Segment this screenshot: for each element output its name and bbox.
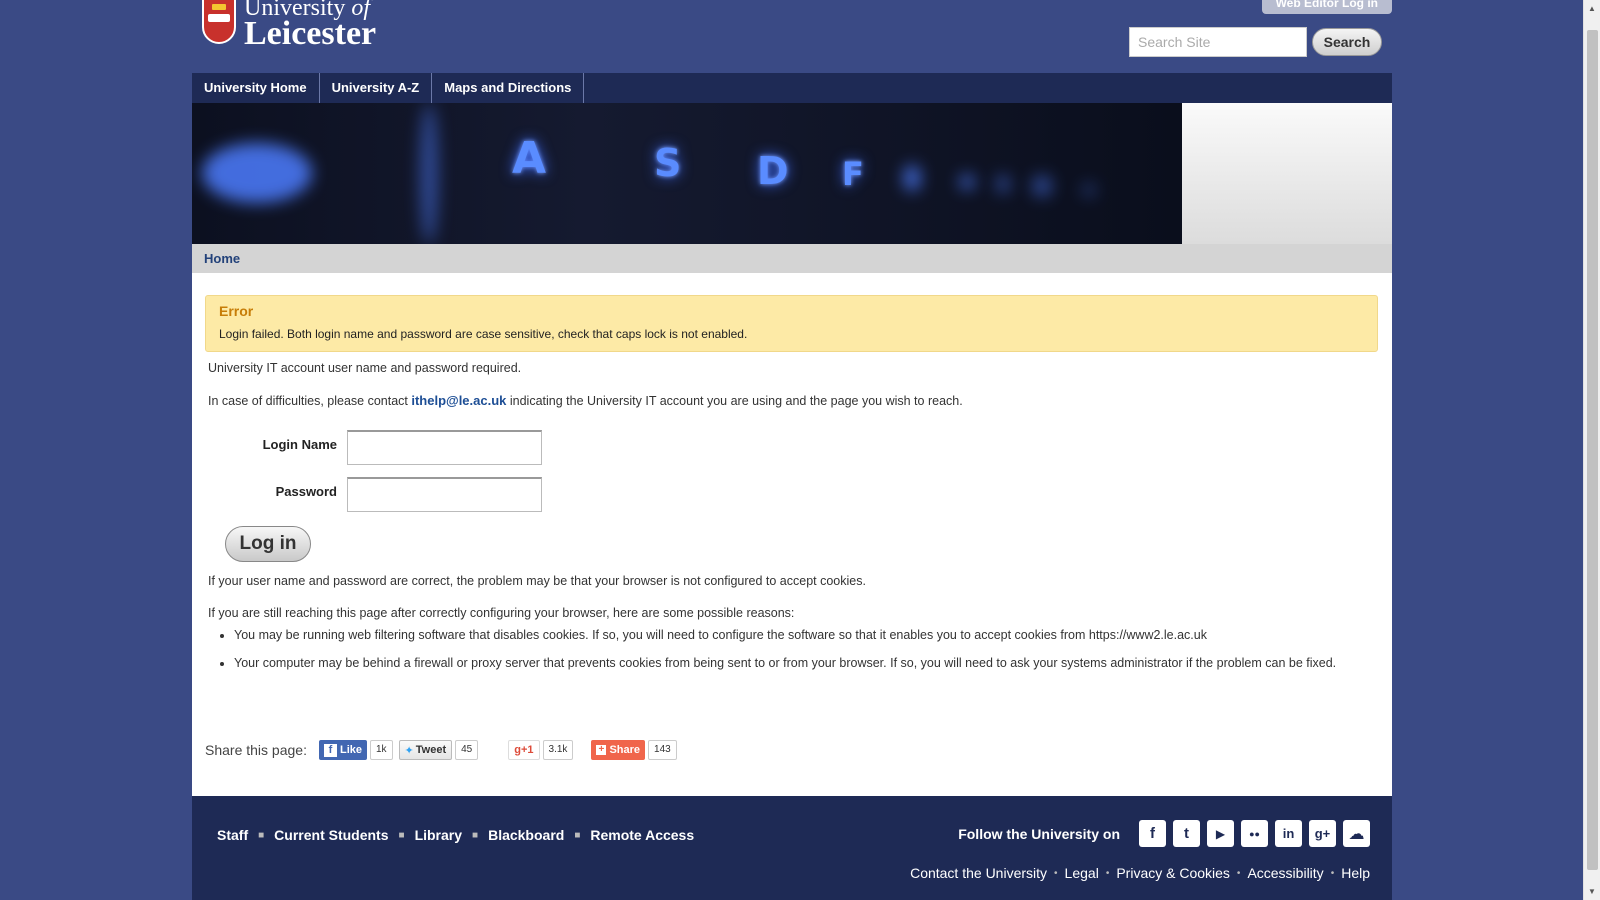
page-scrollbar[interactable]: ▲ ▼ — [1583, 0, 1600, 900]
googleplus-icon[interactable]: g+ — [1309, 820, 1336, 847]
legal-links: Contact the University • Legal • Privacy… — [910, 865, 1370, 881]
follow-label: Follow the University on — [958, 825, 1120, 842]
share-label: Share this page: — [205, 742, 307, 758]
youtube-icon[interactable]: ▶ — [1207, 820, 1234, 847]
legal-link-contact[interactable]: Contact the University — [910, 865, 1047, 881]
legal-link-privacy[interactable]: Privacy & Cookies — [1116, 865, 1230, 881]
logo-text: University of Leicester — [244, 0, 376, 51]
required-text: University IT account user name and pass… — [208, 361, 522, 375]
facebook-like-button[interactable]: f Like — [318, 740, 367, 760]
footer-link-current-students[interactable]: Current Students — [274, 827, 388, 843]
scroll-down-arrow[interactable]: ▼ — [1584, 883, 1600, 900]
list-item: Your computer may be behind a firewall o… — [234, 654, 1364, 673]
linkedin-icon[interactable]: in — [1275, 820, 1302, 847]
password-input[interactable] — [347, 477, 542, 512]
crest-icon — [202, 0, 236, 44]
login-name-input[interactable] — [347, 430, 542, 465]
search-input[interactable] — [1129, 27, 1307, 57]
tweet-button[interactable]: ✦ Tweet — [398, 740, 453, 760]
footer-link-staff[interactable]: Staff — [217, 827, 248, 843]
contact-prefix: In case of difficulties, please contact — [208, 394, 412, 408]
error-title: Error — [219, 303, 254, 319]
cookies-text-1: If your user name and password are corre… — [208, 574, 866, 588]
ithelp-email-link[interactable]: ithelp@le.ac.uk — [411, 393, 506, 408]
twitter-icon[interactable]: t — [1173, 820, 1200, 847]
scroll-thumb[interactable] — [1587, 30, 1598, 870]
google-plus-icon: g — [514, 744, 521, 756]
contact-text: In case of difficulties, please contact … — [208, 393, 963, 408]
twitter-bird-icon: ✦ — [404, 744, 414, 757]
breadcrumb: Home — [192, 244, 1392, 273]
footer-link-remote-access[interactable]: Remote Access — [590, 827, 694, 843]
password-label: Password — [275, 484, 337, 499]
sharethis-button[interactable]: + Share — [591, 740, 646, 760]
footer-link-library[interactable]: Library — [415, 827, 462, 843]
legal-link-help[interactable]: Help — [1341, 865, 1370, 881]
error-message: Login failed. Both login name and passwo… — [219, 327, 748, 341]
share-bar: Share this page: f Like 1k ✦ Tweet 45 g +1 … — [205, 740, 677, 760]
sharethis-count: 143 — [648, 740, 677, 760]
facebook-icon: f — [323, 743, 337, 757]
main-nav: University Home University A-Z Maps and … — [192, 73, 1392, 103]
main-content: Home Error Login failed. Both login name… — [192, 244, 1392, 796]
legal-link-accessibility[interactable]: Accessibility — [1247, 865, 1323, 881]
sharethis-label: Share — [609, 744, 641, 756]
facebook-icon[interactable]: f — [1139, 820, 1166, 847]
list-item: You may be running web filtering softwar… — [234, 626, 1364, 645]
google-plus-label: +1 — [520, 744, 534, 756]
soundcloud-icon[interactable]: ☁ — [1343, 820, 1370, 847]
login-button[interactable]: Log in — [225, 526, 311, 562]
nav-university-home[interactable]: University Home — [192, 73, 320, 103]
plus-icon: + — [596, 745, 607, 755]
nav-university-a-z[interactable]: University A-Z — [320, 73, 433, 103]
banner-key-f: F — [842, 155, 864, 193]
scroll-up-arrow[interactable]: ▲ — [1584, 0, 1600, 17]
footer-link-blackboard[interactable]: Blackboard — [488, 827, 564, 843]
logo-line2: Leicester — [244, 15, 377, 52]
footer-links: Staff ■ Current Students ■ Library ■ Bla… — [217, 827, 695, 843]
keyboard-banner-image: A S D F — [192, 103, 1182, 244]
nav-maps-directions[interactable]: Maps and Directions — [432, 73, 585, 103]
error-alert: Error Login failed. Both login name and … — [205, 295, 1378, 352]
tweet-label: Tweet — [415, 744, 447, 756]
university-logo[interactable]: University of Leicester — [202, 0, 376, 51]
cookies-text-2: If you are still reaching this page afte… — [208, 606, 795, 620]
google-plus-button[interactable]: g +1 — [508, 740, 540, 760]
banner-key-a: A — [512, 133, 547, 184]
contact-suffix: indicating the University IT account you… — [506, 394, 963, 408]
legal-link-legal[interactable]: Legal — [1065, 865, 1099, 881]
footer: Staff ■ Current Students ■ Library ■ Bla… — [192, 796, 1392, 900]
banner-key-d: D — [757, 149, 789, 193]
follow-bar: Follow the University on f t ▶ ●● in g+ … — [958, 820, 1370, 847]
breadcrumb-home[interactable]: Home — [204, 251, 240, 266]
banner: A S D F — [192, 103, 1392, 244]
search-button[interactable]: Search — [1312, 28, 1382, 56]
facebook-count: 1k — [369, 740, 393, 760]
reasons-list: You may be running web filtering softwar… — [234, 626, 1364, 682]
google-plus-count: 3.1k — [542, 740, 574, 760]
login-name-label: Login Name — [262, 437, 337, 452]
web-editor-login-button[interactable]: Web Editor Log in — [1261, 0, 1392, 14]
banner-key-s: S — [654, 141, 682, 185]
facebook-like-label: Like — [339, 744, 362, 756]
flickr-icon[interactable]: ●● — [1241, 820, 1268, 847]
twitter-count: 45 — [455, 740, 479, 760]
